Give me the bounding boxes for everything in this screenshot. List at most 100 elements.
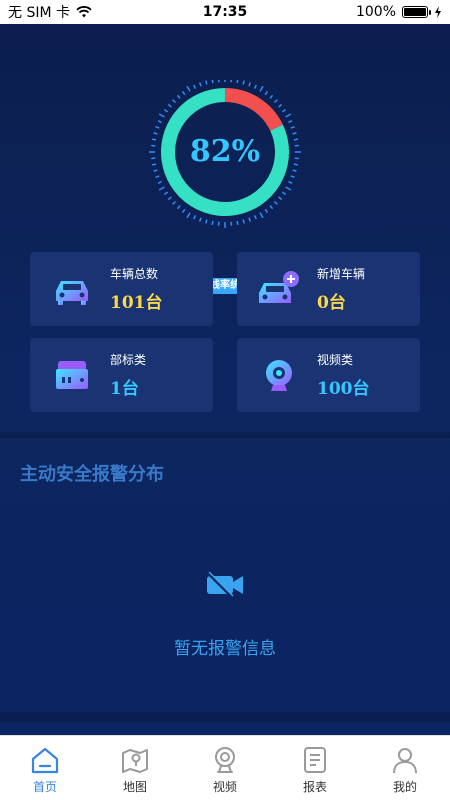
- report-icon: [304, 747, 326, 773]
- device-box-icon: [56, 361, 88, 389]
- gauge-tick: [285, 186, 292, 191]
- gauge-tick: [288, 180, 293, 184]
- gauge-tick: [198, 82, 202, 87]
- gauge-tick: [273, 99, 278, 104]
- gauge-tick: [269, 94, 274, 99]
- gauge-tick: [273, 200, 278, 205]
- gauge-tick: [167, 103, 172, 108]
- card-label: 视频类: [317, 353, 354, 367]
- gauge-tick: [290, 125, 295, 129]
- gauge-tick: [292, 169, 297, 172]
- status-time: 17:35: [202, 4, 248, 20]
- video-devices-card[interactable]: 视频类 100台: [237, 338, 420, 412]
- camera-icon: [215, 747, 235, 773]
- gauge-tick: [288, 120, 293, 124]
- new-vehicles-card[interactable]: 新增车辆 0台: [237, 252, 420, 326]
- section-divider: [0, 432, 450, 438]
- tab-label: 报表: [302, 780, 327, 794]
- gauge-tick: [285, 113, 292, 118]
- gauge-tick: [253, 215, 257, 220]
- car-add-icon: [259, 271, 299, 303]
- gauge-tick: [290, 175, 295, 179]
- status-right: 100%: [356, 4, 442, 20]
- gauge-tick: [172, 200, 177, 205]
- gauge-tick: [198, 217, 202, 222]
- gauge-tick: [158, 186, 165, 191]
- gauge-tick: [193, 215, 197, 220]
- card-label: 部标类: [110, 353, 147, 367]
- gauge-tick: [242, 80, 245, 85]
- gauge-tick: [248, 217, 252, 222]
- gauge-tick: [264, 90, 269, 96]
- tab-report[interactable]: 报表: [270, 736, 360, 800]
- gauge-tick: [172, 99, 177, 104]
- gauge-tick: [248, 82, 252, 87]
- gauge-tick: [278, 196, 283, 201]
- gauge-ring: [149, 80, 301, 228]
- gauge-tick: [167, 196, 172, 201]
- gauge-tick: [186, 212, 191, 219]
- online-rate-gauge: 82% 在线率统计: [149, 80, 301, 294]
- carrier-text: 无 SIM 卡: [8, 5, 70, 21]
- gauge-tick: [193, 84, 197, 89]
- card-label: 新增车辆: [317, 267, 366, 281]
- status-bar: 无 SIM 卡 17:35 100%: [0, 0, 450, 24]
- gauge-tick: [176, 94, 181, 99]
- gauge-tick: [236, 80, 239, 84]
- gauge-offline-arc: [224, 88, 283, 131]
- gauge-tick: [211, 220, 214, 226]
- tab-label: 视频: [212, 780, 237, 794]
- home-icon: [31, 747, 59, 774]
- card-value: 101台: [110, 293, 163, 313]
- total-vehicles-card[interactable]: 车辆总数 101台: [30, 252, 213, 326]
- gauge-tick: [181, 90, 186, 96]
- gauge-value: 82%: [189, 134, 261, 169]
- tab-map[interactable]: 地图: [90, 736, 180, 800]
- card-value: 0台: [317, 293, 346, 313]
- gauge-tick: [253, 84, 257, 89]
- gauge-tick: [163, 191, 169, 196]
- status-left: 无 SIM 卡: [8, 2, 92, 22]
- gauge-tick: [278, 103, 283, 108]
- standard-devices-card[interactable]: 部标类 1台: [30, 338, 213, 412]
- battery-percent: 100%: [355, 4, 396, 20]
- gauge-tick: [157, 180, 162, 184]
- tab-home[interactable]: 首页: [0, 736, 90, 800]
- gauge-tick: [259, 85, 264, 92]
- gauge-tick: [242, 219, 245, 224]
- gauge-tick: [281, 108, 287, 113]
- video-off-icon: [207, 572, 243, 598]
- gauge-tick: [155, 175, 160, 179]
- gauge-tick: [205, 80, 208, 85]
- card-value: 100台: [317, 379, 370, 399]
- gauge-tick: [163, 108, 169, 113]
- gauge-tick: [155, 125, 160, 129]
- gauge-tick: [181, 208, 186, 214]
- gauge-tick: [259, 212, 264, 219]
- gauge-tick: [158, 113, 165, 118]
- card-value: 1台: [110, 379, 139, 399]
- profile-icon: [393, 748, 417, 774]
- tab-label: 我的: [392, 780, 417, 794]
- bottom-divider: [0, 712, 450, 722]
- battery-icon: [402, 6, 431, 18]
- gauge-tick: [211, 80, 214, 84]
- gauge-tick: [186, 85, 191, 92]
- car-icon: [56, 281, 88, 305]
- gauge-tick: [236, 220, 239, 226]
- gauge-tick: [157, 120, 162, 124]
- tab-video[interactable]: 视频: [180, 736, 270, 800]
- gauge-tick: [176, 205, 181, 210]
- alarm-section-title: 主动安全报警分布: [20, 464, 164, 485]
- gauge-tick: [205, 219, 208, 224]
- card-label: 车辆总数: [110, 267, 159, 281]
- map-icon: [122, 749, 148, 773]
- gauge-tick: [281, 191, 287, 196]
- gauge-tick: [264, 208, 269, 214]
- tab-label: 首页: [32, 780, 57, 794]
- tab-label: 地图: [122, 780, 147, 794]
- charging-icon: [435, 6, 441, 18]
- tab-profile[interactable]: 我的: [360, 736, 450, 800]
- webcam-icon: [266, 360, 292, 391]
- gauge-tick: [153, 169, 158, 172]
